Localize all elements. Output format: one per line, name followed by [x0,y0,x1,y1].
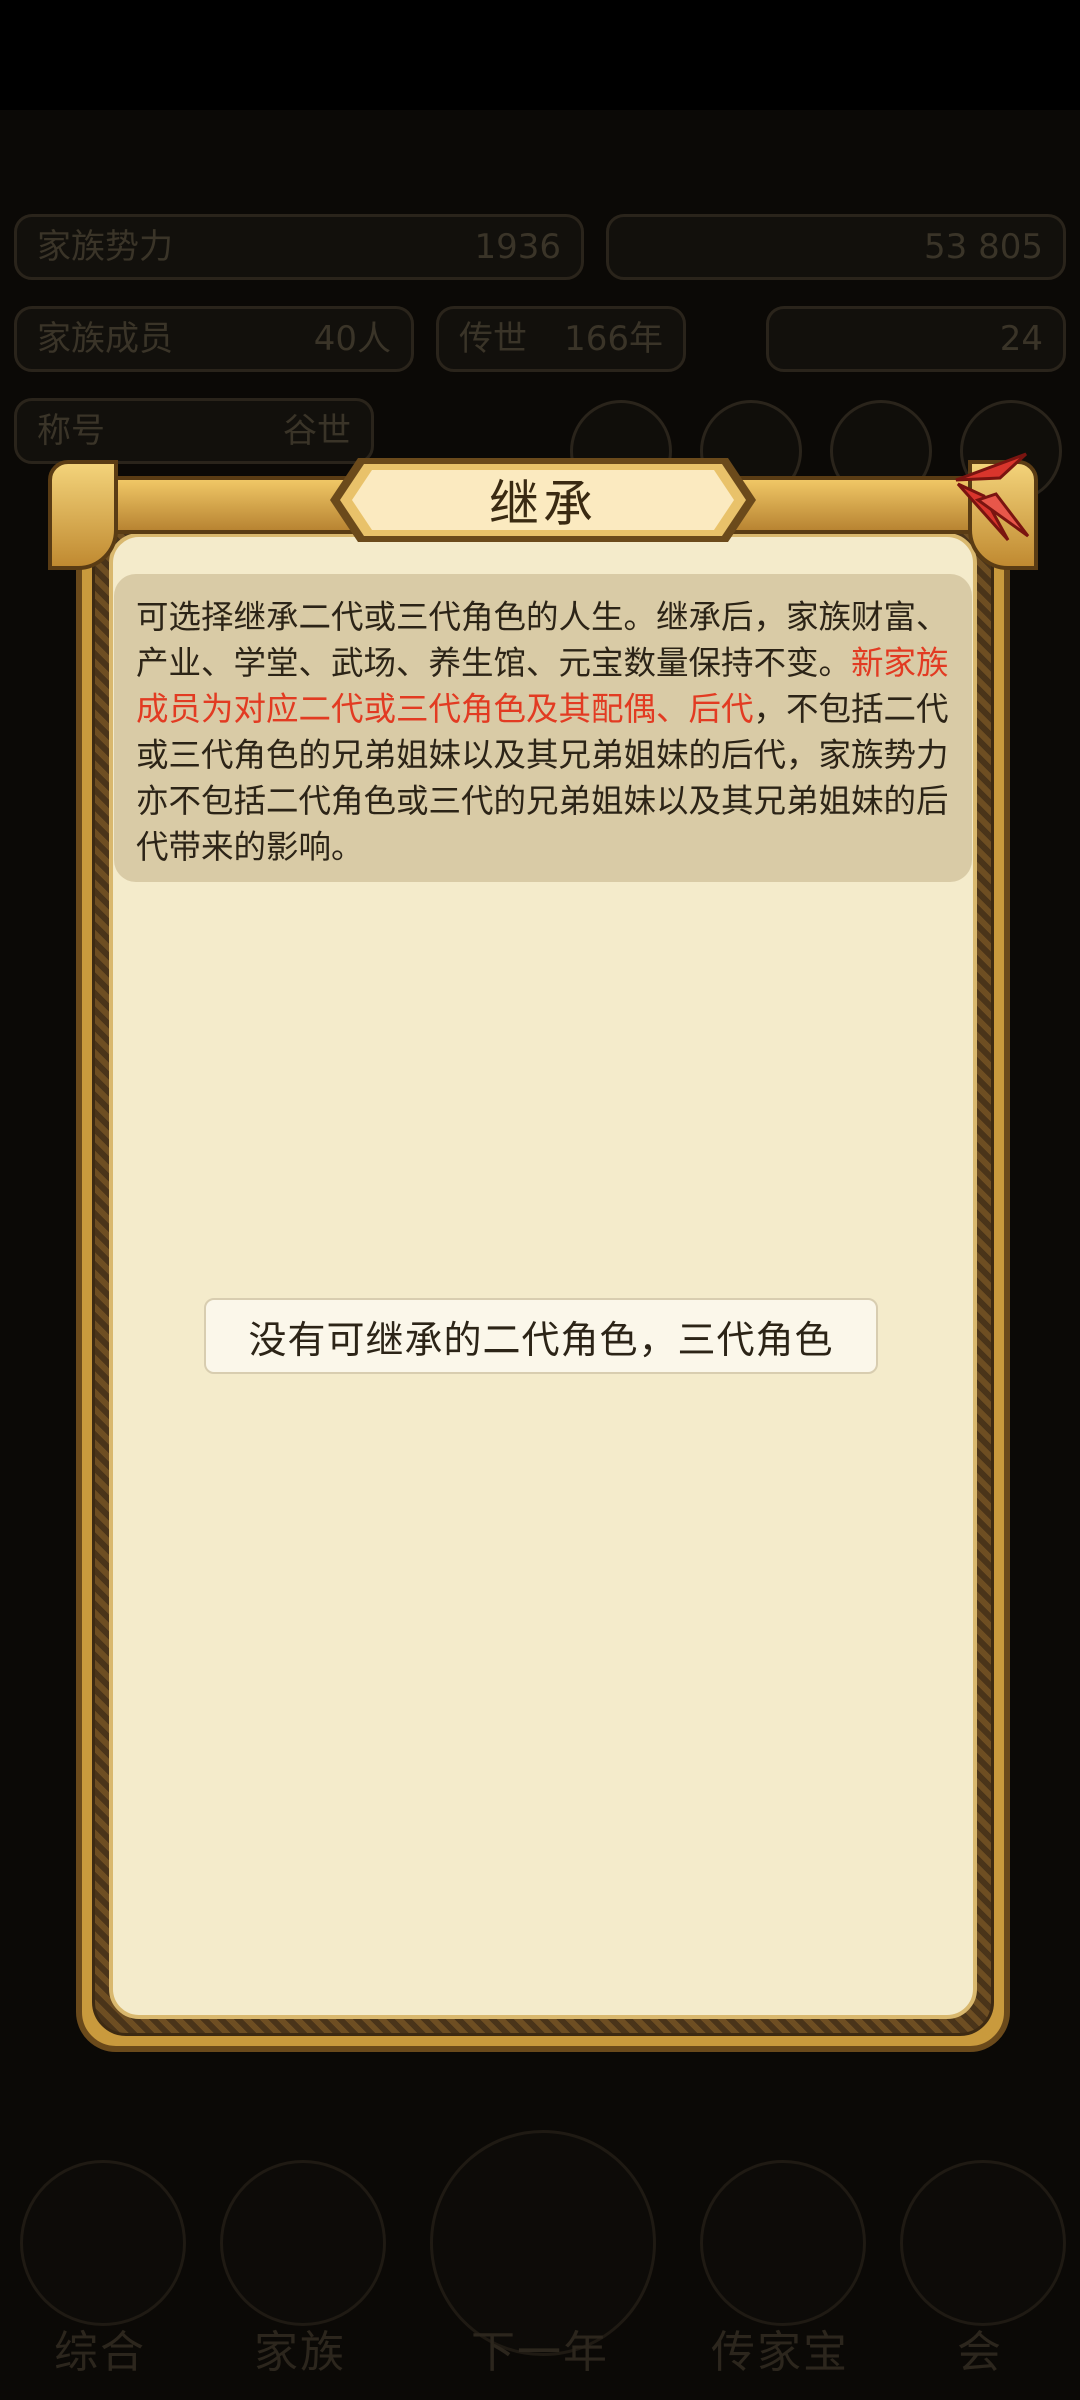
bg-nav-item: 家族 [200,2150,400,2400]
bg-pill-label: 家族势力 [37,227,173,267]
inherit-description: 可选择继承二代或三代角色的人生。继承后，家族财富、产业、学堂、武场、养生馆、元宝… [114,574,972,882]
bg-pill-value: 166年 [564,319,663,359]
bg-pill-label: 传世 [459,319,527,359]
bg-pill-value: 24 [999,319,1043,359]
bg-nav-icon [220,2160,386,2326]
bg-nav-item: 综合 [0,2150,200,2400]
bg-coin-pill: 24 [766,306,1066,372]
empty-state-message: 没有可继承的二代角色，三代角色 [204,1298,878,1374]
bg-currency-pill: 53 805 [606,214,1066,280]
close-icon [955,452,1030,541]
bg-pill-label: 家族成员 [37,319,173,359]
bg-pill-value: 40人 [313,319,391,359]
dialog-title: 继承 [489,475,597,533]
bg-bottom-nav: 综合 家族 下一年 传家宝 会 [0,2130,1080,2400]
close-button[interactable] [938,440,1038,550]
bg-nav-item: 传家宝 [680,2150,880,2400]
bg-pill-value: 53 805 [924,227,1043,267]
description-text: 可选择继承二代或三代角色的人生。继承后，家族财富、产业、学堂、武场、养生馆、元宝… [136,598,949,682]
bg-nav-icon [20,2160,186,2326]
bg-nav-label: 综合 [54,2327,146,2378]
bg-nav-item: 下一年 [420,2130,660,2400]
bg-pill-value: 1936 [474,227,561,267]
bg-nav-item: 会 [880,2150,1080,2400]
screen: 家族势力 1936 53 805 家族成员 40人 传世 166年 24 称号 … [0,0,1080,2400]
bg-nav-label: 会 [957,2327,1003,2378]
header-wing-left [48,460,118,570]
bg-years-pill: 传世 166年 [436,306,686,372]
bg-nav-label: 传家宝 [711,2327,849,2378]
bg-nav-icon [700,2160,866,2326]
bg-members-pill: 家族成员 40人 [14,306,414,372]
bg-family-power-pill: 家族势力 1936 [14,214,584,280]
bg-nav-icon [900,2160,1066,2326]
inherit-dialog: 继承 可选择继承二代或三代角色的人生。继承后，家族财富、产业、学堂、武场、养生馆… [48,440,1038,2052]
title-plate: 继承 [328,450,758,550]
bg-nav-label: 下一年 [471,2327,609,2378]
bg-nav-label: 家族 [254,2327,346,2378]
